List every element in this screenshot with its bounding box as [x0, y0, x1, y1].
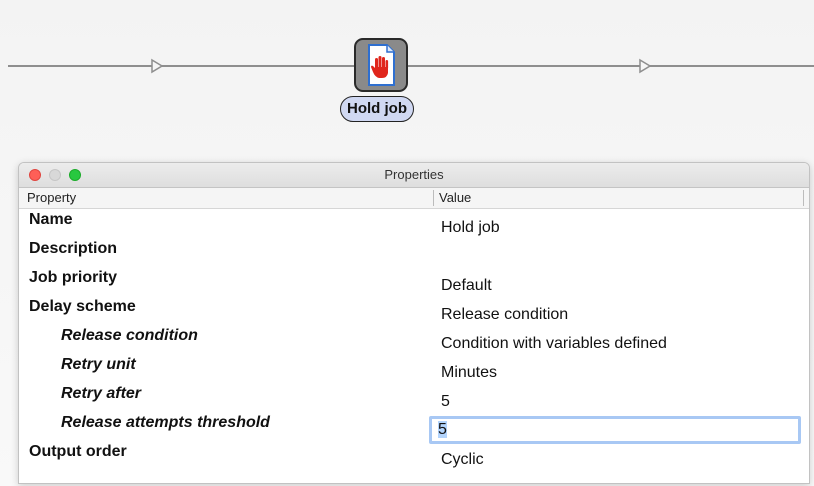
- flow-arrow-icon: [151, 58, 164, 74]
- node-label[interactable]: Hold job: [340, 96, 414, 122]
- column-header-property[interactable]: Property: [27, 188, 76, 208]
- table-row[interactable]: Delay scheme Release condition: [19, 296, 809, 325]
- property-name: Description: [29, 240, 118, 257]
- properties-table: Name Hold job Description Job priority D…: [19, 209, 809, 470]
- window-titlebar[interactable]: Properties: [19, 163, 809, 188]
- property-name: Retry after: [61, 385, 142, 402]
- column-divider: [803, 190, 804, 206]
- property-name: Release condition: [61, 327, 198, 344]
- property-name: Delay scheme: [29, 298, 136, 315]
- property-value[interactable]: Hold job: [441, 217, 500, 239]
- flow-connector-right: [408, 65, 814, 67]
- window-title: Properties: [384, 167, 444, 182]
- property-value[interactable]: 5: [441, 391, 450, 413]
- column-divider[interactable]: [433, 190, 434, 206]
- table-row[interactable]: Output order Cyclic: [19, 441, 809, 470]
- property-value[interactable]: Condition with variables defined: [441, 333, 667, 355]
- property-value[interactable]: Release condition: [441, 304, 568, 326]
- property-name: Output order: [29, 443, 127, 460]
- release-attempts-threshold-input[interactable]: 5: [429, 416, 801, 444]
- selected-value-text: 5: [438, 421, 447, 438]
- column-header-value[interactable]: Value: [439, 188, 471, 208]
- table-header: Property Value: [19, 188, 809, 209]
- table-row[interactable]: Retry unit Minutes: [19, 354, 809, 383]
- properties-window: Properties Property Value Name Hold job …: [18, 162, 810, 484]
- property-name: Name: [29, 211, 73, 228]
- property-value[interactable]: Default: [441, 275, 492, 297]
- property-name: Retry unit: [61, 356, 136, 373]
- table-row[interactable]: Release attempts threshold 5: [19, 412, 809, 444]
- hand-stop-icon: [368, 44, 395, 86]
- property-value[interactable]: Cyclic: [441, 449, 484, 471]
- property-name: Job priority: [29, 269, 118, 286]
- table-row[interactable]: Release condition Condition with variabl…: [19, 325, 809, 354]
- flow-arrow-icon: [639, 58, 652, 74]
- property-name: Release attempts threshold: [61, 414, 270, 431]
- hold-job-node[interactable]: [354, 38, 408, 92]
- table-row[interactable]: Retry after 5: [19, 383, 809, 412]
- flow-connector-left: [8, 65, 354, 67]
- table-row[interactable]: Description: [19, 238, 809, 267]
- table-row[interactable]: Job priority Default: [19, 267, 809, 296]
- property-value[interactable]: Minutes: [441, 362, 497, 384]
- table-row[interactable]: Name Hold job: [19, 209, 809, 238]
